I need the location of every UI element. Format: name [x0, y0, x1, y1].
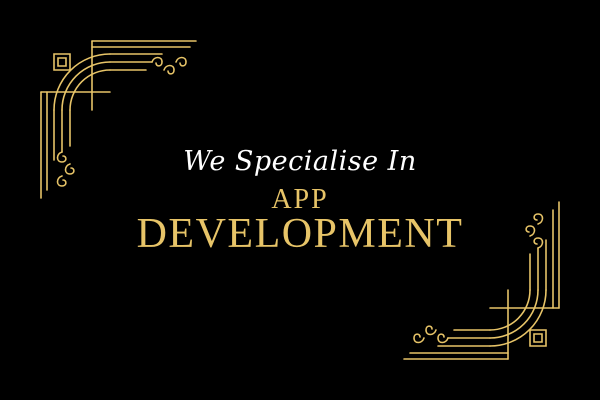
banner-canvas: We Specialise In APP DEVELOPMENT: [0, 0, 600, 400]
tagline-text: We Specialise In: [183, 146, 417, 177]
headline-development: DEVELOPMENT: [136, 211, 464, 257]
